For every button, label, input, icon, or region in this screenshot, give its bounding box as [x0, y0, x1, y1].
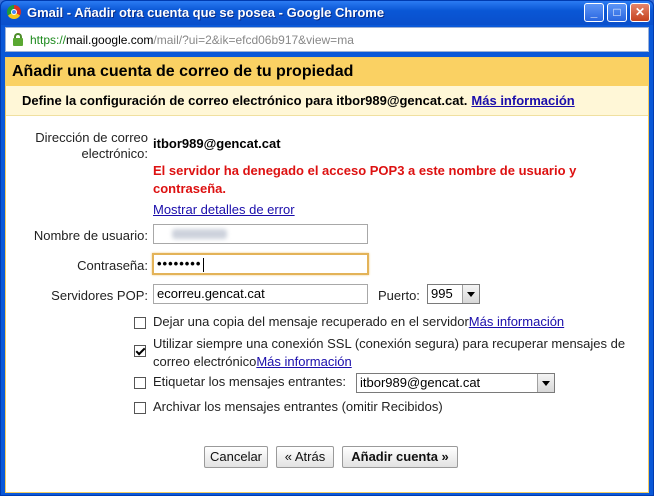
- close-button[interactable]: ✕: [630, 3, 650, 22]
- use-ssl-more-info-link[interactable]: Más información: [256, 354, 351, 369]
- error-message: El servidor ha denegado el acceso POP3 a…: [153, 162, 633, 198]
- archive-incoming-label: Archivar los mensajes entrantes (omitir …: [153, 399, 443, 414]
- label-incoming-label: Etiquetar los mensajes entrantes:: [153, 374, 346, 389]
- chrome-logo-icon: [7, 5, 21, 19]
- error-line2: contraseña.: [153, 181, 226, 196]
- port-value: 995: [431, 286, 453, 301]
- use-ssl-label-line1: Utilizar siempre una conexión SSL (conex…: [153, 336, 626, 351]
- leave-copy-checkbox[interactable]: [134, 317, 146, 329]
- window-title: Gmail - Añadir otra cuenta que se posea …: [27, 5, 385, 20]
- label-select-value: itbor989@gencat.cat: [360, 375, 481, 390]
- dialog-title: Añadir una cuenta de correo de tu propie…: [6, 58, 648, 86]
- subtitle-text: Define la configuración de correo electr…: [22, 93, 468, 108]
- use-ssl-checkbox[interactable]: [134, 345, 146, 357]
- add-account-dialog: Añadir una cuenta de correo de tu propie…: [5, 57, 649, 493]
- maximize-button[interactable]: □: [607, 3, 627, 22]
- archive-incoming-checkbox[interactable]: [134, 402, 146, 414]
- use-ssl-option: Utilizar siempre una conexión SSL (conex…: [153, 335, 643, 371]
- pop-server-field[interactable]: ecorreu.gencat.cat: [153, 284, 368, 304]
- dialog-subtitle: Define la configuración de correo electr…: [6, 86, 648, 116]
- text-caret: [203, 257, 205, 272]
- pop-server-label: Servidores POP:: [51, 288, 148, 303]
- address-bar[interactable]: https://mail.google.com/mail/?ui=2&ik=ef…: [5, 27, 649, 52]
- label-incoming-checkbox[interactable]: [134, 377, 146, 389]
- leave-copy-option: Dejar una copia del mensaje recuperado e…: [153, 313, 564, 331]
- lock-icon: [13, 33, 23, 46]
- label-select[interactable]: itbor989@gencat.cat: [356, 373, 555, 393]
- error-line1: El servidor ha denegado el acceso POP3 a…: [153, 163, 577, 178]
- email-value: itbor989@gencat.cat: [153, 136, 281, 151]
- username-field[interactable]: [153, 224, 368, 244]
- chevron-down-icon[interactable]: [462, 285, 479, 303]
- port-select[interactable]: 995: [427, 284, 480, 304]
- url-host: mail.google.com: [66, 33, 154, 47]
- email-label-line1: Dirección de correo: [35, 130, 148, 145]
- password-field[interactable]: ••••••••: [152, 253, 369, 275]
- title-bar[interactable]: Gmail - Añadir otra cuenta que se posea …: [1, 1, 653, 25]
- cancel-button[interactable]: Cancelar: [204, 446, 268, 468]
- more-info-link[interactable]: Más información: [471, 93, 574, 108]
- add-account-button[interactable]: Añadir cuenta »: [342, 446, 458, 468]
- minimize-button[interactable]: _: [584, 3, 604, 22]
- password-value: ••••••••: [157, 256, 202, 271]
- password-label: Contraseña:: [77, 258, 148, 273]
- email-label-line2: electrónico:: [81, 146, 148, 161]
- show-error-details-link[interactable]: Mostrar detalles de error: [153, 202, 295, 217]
- email-label: Dirección de correo electrónico:: [6, 130, 148, 162]
- use-ssl-label-line2: correo electrónico: [153, 354, 257, 369]
- url-scheme: https://: [30, 33, 67, 47]
- leave-copy-more-info-link[interactable]: Más información: [469, 314, 564, 329]
- redacted-username: [172, 229, 227, 239]
- browser-window: Gmail - Añadir otra cuenta que se posea …: [0, 0, 654, 496]
- chevron-down-icon[interactable]: [537, 374, 554, 392]
- leave-copy-label: Dejar una copia del mensaje recuperado e…: [153, 314, 469, 329]
- username-label: Nombre de usuario:: [33, 228, 148, 243]
- back-button[interactable]: « Atrás: [276, 446, 334, 468]
- port-label: Puerto:: [378, 288, 420, 303]
- url-text[interactable]: https://mail.google.com/mail/?ui=2&ik=ef…: [30, 33, 354, 47]
- url-path: /mail/?ui=2&ik=efcd06b917&view=ma: [153, 33, 354, 47]
